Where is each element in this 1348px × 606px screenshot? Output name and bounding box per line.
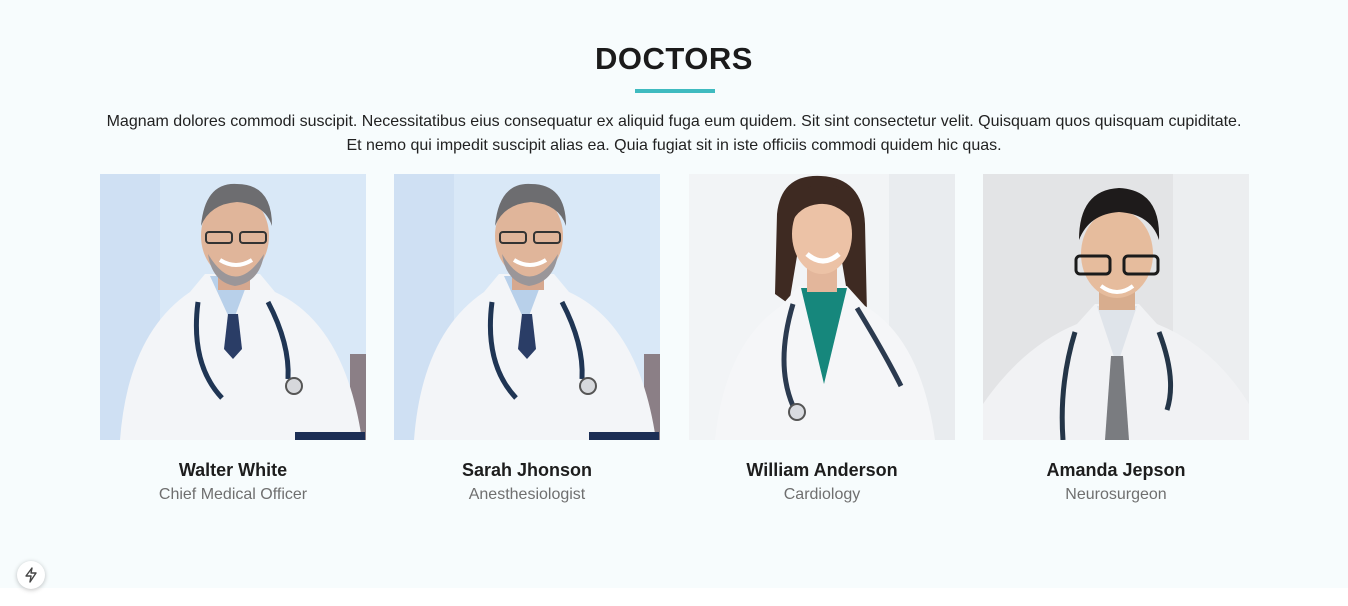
section-title: DOCTORS — [595, 41, 753, 76]
section-intro: Magnam dolores commodi suscipit. Necessi… — [90, 110, 1258, 158]
doctors-section: DOCTORS Magnam dolores commodi suscipit.… — [0, 0, 1348, 588]
intro-line-2: Et nemo qui impedit suscipit alias ea. Q… — [346, 137, 1002, 154]
title-underline — [635, 89, 715, 93]
doctor-name: Walter White — [178, 460, 288, 480]
lightning-icon — [25, 567, 37, 583]
doctor-card-amanda-jepson: Amanda Jepson Neurosurgeon — [983, 174, 1249, 514]
doctor-name: Sarah Jhonson — [461, 460, 593, 480]
intro-line-1: Magnam dolores commodi suscipit. Necessi… — [106, 113, 1242, 130]
doctor-photo-image — [689, 174, 955, 440]
doctor-role: Anesthesiologist — [468, 486, 586, 503]
doctor-role: Chief Medical Officer — [158, 486, 308, 503]
doctor-role: Neurosurgeon — [1065, 486, 1167, 503]
doctor-photo-image — [983, 174, 1249, 440]
doctor-photo — [394, 174, 660, 440]
doctor-role: Cardiology — [783, 486, 861, 503]
doctor-photo — [983, 174, 1249, 440]
floating-action-button[interactable] — [17, 561, 45, 589]
doctor-photo-image — [394, 174, 660, 440]
doctor-card-walter-white: Walter White Chief Medical Officer — [100, 174, 366, 514]
doctor-photo — [100, 174, 366, 440]
doctor-photo — [689, 174, 955, 440]
doctor-photo-image — [100, 174, 366, 440]
doctor-name: William Anderson — [746, 460, 898, 480]
doctor-name: Amanda Jepson — [1046, 460, 1186, 480]
doctor-card-sarah-jhonson: Sarah Jhonson Anesthesiologist — [394, 174, 660, 514]
doctor-card-william-anderson: William Anderson Cardiology — [689, 174, 955, 514]
